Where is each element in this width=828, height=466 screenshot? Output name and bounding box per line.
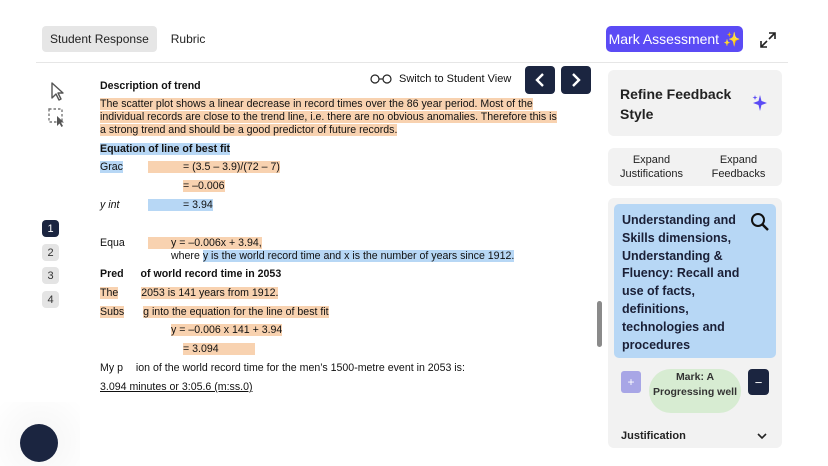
increment-mark-button[interactable]: − — [748, 369, 769, 395]
question-number-2[interactable]: 2 — [42, 244, 59, 261]
decrement-mark-button[interactable]: + — [621, 371, 641, 393]
tab-student-response[interactable]: Student Response — [42, 26, 157, 52]
equation-definitions: y is the world record time and x is the … — [202, 250, 515, 262]
expand-justifications-button[interactable]: Expand Justifications — [608, 148, 695, 186]
question-number-3[interactable]: 3 — [42, 267, 59, 284]
substitution-result: = 3.094 — [183, 343, 255, 355]
gradient-label: Grac — [100, 161, 123, 173]
the-label: The — [100, 287, 119, 299]
prediction-sentence-start: My p — [100, 362, 123, 374]
trend-paragraph-line-1: The scatter plot shows a linear decrease… — [100, 98, 533, 110]
scrollbar[interactable] — [597, 301, 602, 347]
trend-paragraph-line-3: a strong trend and should be a good pred… — [100, 124, 398, 136]
glasses-icon — [370, 74, 392, 84]
switch-to-student-view-button[interactable]: Switch to Student View — [370, 73, 511, 85]
gradient-equation: = (3.5 – 3.9)/(72 – 7) — [148, 161, 280, 173]
prediction-sentence-end: ion of the world record time for the men… — [135, 362, 465, 374]
justification-label[interactable]: Justification — [621, 430, 686, 442]
refine-feedback-title: Refine Feedback Style — [620, 86, 732, 122]
tab-bar: Student Response Rubric — [42, 26, 213, 52]
mark-badge: Mark: A Progressing well — [649, 369, 741, 413]
equation-label: Equa — [100, 237, 125, 249]
expand-icon[interactable] — [758, 30, 778, 50]
question-number-4[interactable]: 4 — [42, 291, 59, 308]
final-answer: 3.094 minutes or 3:05.6 (m:ss.0) — [100, 381, 253, 393]
equation-where: where — [171, 250, 200, 262]
mark-assessment-button[interactable]: Mark Assessment ✨ — [606, 26, 743, 52]
refine-feedback-style-panel[interactable]: Refine Feedback Style — [608, 70, 782, 136]
substitute-label: Subs — [100, 306, 125, 318]
substitution-equation: y = –0.006 x 141 + 3.94 — [171, 324, 283, 336]
previous-button[interactable] — [525, 66, 555, 94]
years-from-text: 2053 is 141 years from 1912. — [141, 287, 279, 299]
y-intercept-label: y int — [100, 199, 120, 211]
trend-paragraph-line-2: individual records are close to the tren… — [100, 111, 557, 123]
chevron-down-icon[interactable] — [756, 430, 768, 442]
expand-controls: Expand Justifications Expand Feedbacks — [608, 148, 782, 186]
gradient-result: = –0.006 — [183, 180, 225, 192]
prediction-heading-start: Pred — [100, 268, 124, 280]
switch-view-label: Switch to Student View — [399, 73, 512, 85]
floating-action-button[interactable] — [20, 424, 58, 462]
trend-heading: Description of trend — [100, 80, 201, 92]
expand-feedbacks-button[interactable]: Expand Feedbacks — [695, 148, 782, 186]
search-icon[interactable] — [750, 212, 770, 232]
header-divider — [36, 62, 788, 63]
criteria-box: Understanding and Skills dimensions, Und… — [614, 204, 776, 358]
select-region-icon[interactable] — [46, 106, 68, 128]
next-button[interactable] — [561, 66, 591, 94]
sparkle-icon — [752, 95, 767, 111]
y-intercept-value: = 3.94 — [148, 199, 213, 211]
question-number-1[interactable]: 1 — [42, 220, 59, 237]
best-fit-heading: Equation of line of best fit — [100, 143, 231, 155]
chevron-right-icon — [572, 73, 581, 87]
substitute-text: g into the equation for the line of best… — [143, 306, 329, 318]
equation-text: y = –0.006x + 3.94, — [148, 237, 262, 249]
tab-rubric[interactable]: Rubric — [163, 26, 214, 52]
criteria-text: Understanding and Skills dimensions, Und… — [622, 213, 740, 352]
prediction-heading-end: of world record time in 2053 — [140, 268, 282, 280]
chevron-left-icon — [535, 73, 544, 87]
cursor-icon[interactable] — [46, 80, 68, 102]
